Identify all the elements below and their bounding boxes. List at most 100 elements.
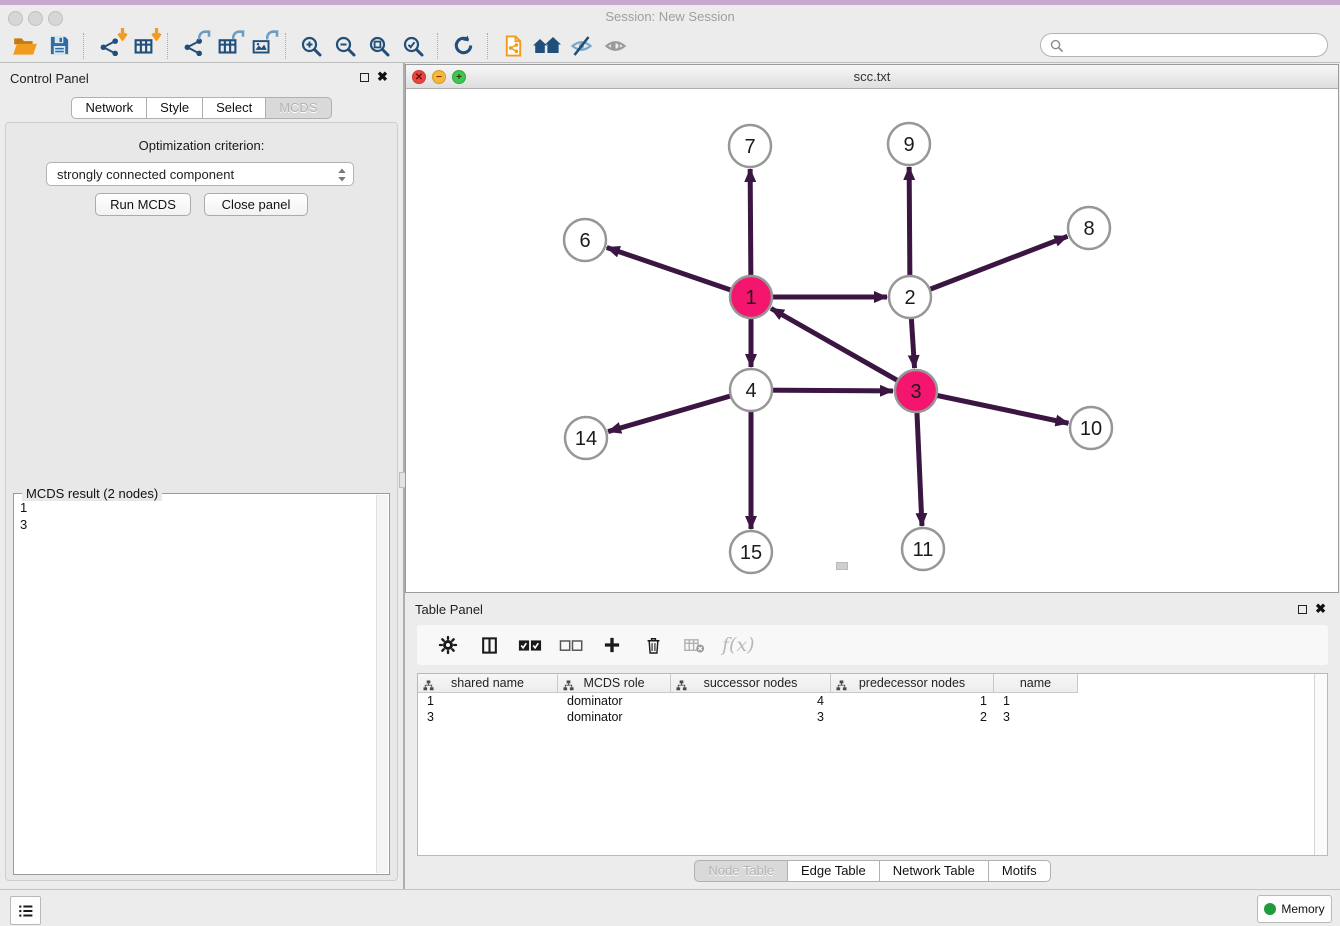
column-header-predecessor-nodes[interactable]: predecessor nodes [831,674,994,693]
float-panel-icon[interactable] [360,73,369,82]
tab-node-table[interactable]: Node Table [694,860,788,882]
import-table-icon[interactable] [126,31,160,61]
graph-edge-3-1[interactable] [771,308,916,391]
cell-predecessor-nodes[interactable]: 2 [831,709,994,725]
close-table-panel-icon[interactable]: ✖ [1315,602,1326,616]
function-builder-icon[interactable]: f(x) [722,634,755,656]
window-title: Session: New Session [0,9,1340,24]
memory-button[interactable]: Memory [1257,895,1332,923]
zoom-selected-icon[interactable] [396,31,430,61]
network-view-window: ✕ − + scc.txt 1234678910111415 [405,64,1339,593]
column-header-mcds-role[interactable]: MCDS role [558,674,671,693]
delete-table-icon[interactable] [681,632,707,658]
cell-name[interactable]: 1 [994,693,1078,709]
control-panel-header: Control Panel ✖ [0,66,403,92]
status-bar: Memory [0,889,1340,926]
graph-edge-2-8[interactable] [910,236,1068,297]
network-graph-canvas[interactable]: 1234678910111415 [406,89,1338,592]
close-panel-button[interactable]: Close panel [204,193,308,216]
graph-node-label-14: 14 [575,428,597,450]
hide-graphics-details-icon[interactable] [564,31,598,61]
result-scrollbar[interactable] [376,495,388,873]
control-panel-tabs: Network Style Select MCDS [0,97,403,119]
delete-column-trash-icon[interactable] [640,632,666,658]
application-window: Session: New Session [0,0,1340,926]
cell-successor-nodes[interactable]: 3 [671,709,831,725]
graph-edge-4-14[interactable] [608,390,751,432]
network-window-titlebar[interactable]: ✕ − + scc.txt [406,65,1338,89]
zoom-out-icon[interactable] [328,31,362,61]
export-image-icon[interactable] [244,31,278,61]
cell-name[interactable]: 3 [994,709,1078,725]
mcds-result-text[interactable]: 1 3 [14,497,377,872]
show-graphics-details-icon[interactable] [598,31,632,61]
list-icon [17,902,35,920]
task-history-button[interactable] [10,896,41,925]
graph-edges[interactable] [607,167,1069,529]
graph-node-label-4: 4 [745,380,756,402]
cell-mcds-role[interactable]: dominator [558,693,671,709]
toolbar-separator [83,33,85,59]
export-network-icon[interactable] [176,31,210,61]
zoom-fit-icon[interactable] [362,31,396,61]
zoom-in-icon[interactable] [294,31,328,61]
float-table-panel-icon[interactable] [1298,605,1307,614]
titlebar: Session: New Session [0,5,1340,29]
mcds-panel: Optimization criterion: strongly connect… [5,122,398,881]
control-panel-title: Control Panel [10,71,89,86]
save-session-icon[interactable] [42,31,76,61]
new-network-from-file-icon[interactable] [496,31,530,61]
cell-shared-name[interactable]: 1 [418,693,558,709]
unselect-all-columns-icon[interactable] [558,632,584,658]
table-row[interactable]: 3 dominator 3 2 3 [418,709,1327,725]
export-table-icon[interactable] [210,31,244,61]
show-columns-icon[interactable] [476,632,502,658]
tab-network-table[interactable]: Network Table [879,860,989,882]
import-network-icon[interactable] [92,31,126,61]
create-column-plus-icon[interactable] [599,632,625,658]
close-panel-icon[interactable]: ✖ [377,70,388,84]
table-panel-tabs: Node Table Edge Table Network Table Moti… [405,860,1340,882]
toolbar-separator [437,33,439,59]
tab-select[interactable]: Select [202,97,266,119]
cell-predecessor-nodes[interactable]: 1 [831,693,994,709]
graph-node-label-3: 3 [910,381,921,403]
column-header-successor-nodes[interactable]: successor nodes [671,674,831,693]
search-input[interactable] [1064,37,1327,54]
toolbar-separator [285,33,287,59]
tab-style[interactable]: Style [146,97,203,119]
open-file-icon[interactable] [8,31,42,61]
toolbar-separator [167,33,169,59]
column-header-shared-name[interactable]: shared name [418,674,558,693]
graph-node-label-7: 7 [744,136,755,158]
graph-edge-1-6[interactable] [607,247,751,297]
graph-node-label-6: 6 [579,230,590,252]
tab-motifs[interactable]: Motifs [988,860,1051,882]
selected-option: strongly connected component [57,167,234,182]
mcds-result-box: MCDS result (2 nodes) 1 3 [13,493,390,875]
column-tree-icon [836,678,847,696]
network-scrollbar-thumb[interactable] [836,562,848,570]
run-mcds-button[interactable]: Run MCDS [95,193,191,216]
tab-network[interactable]: Network [71,97,147,119]
graph-edge-3-10[interactable] [916,391,1068,423]
header-filler [1078,674,1327,693]
select-all-columns-icon[interactable] [517,632,543,658]
cell-shared-name[interactable]: 3 [418,709,558,725]
graph-node-label-1: 1 [745,287,756,309]
table-settings-gear-icon[interactable] [435,632,461,658]
graph-node-label-2: 2 [904,287,915,309]
cell-mcds-role[interactable]: dominator [558,709,671,725]
tab-edge-table[interactable]: Edge Table [787,860,880,882]
graph-node-label-11: 11 [913,539,934,561]
cell-successor-nodes[interactable]: 4 [671,693,831,709]
refresh-view-icon[interactable] [446,31,480,61]
select-stepper-icon [337,167,347,186]
table-row[interactable]: 1 dominator 4 1 1 [418,693,1327,709]
search-box[interactable] [1040,33,1328,57]
tab-mcds[interactable]: MCDS [265,97,331,119]
optimization-criterion-select[interactable]: strongly connected component [46,162,354,186]
column-header-name[interactable]: name [994,674,1078,693]
first-neighbors-icon[interactable] [530,31,564,61]
table-scrollbar[interactable] [1314,674,1327,855]
